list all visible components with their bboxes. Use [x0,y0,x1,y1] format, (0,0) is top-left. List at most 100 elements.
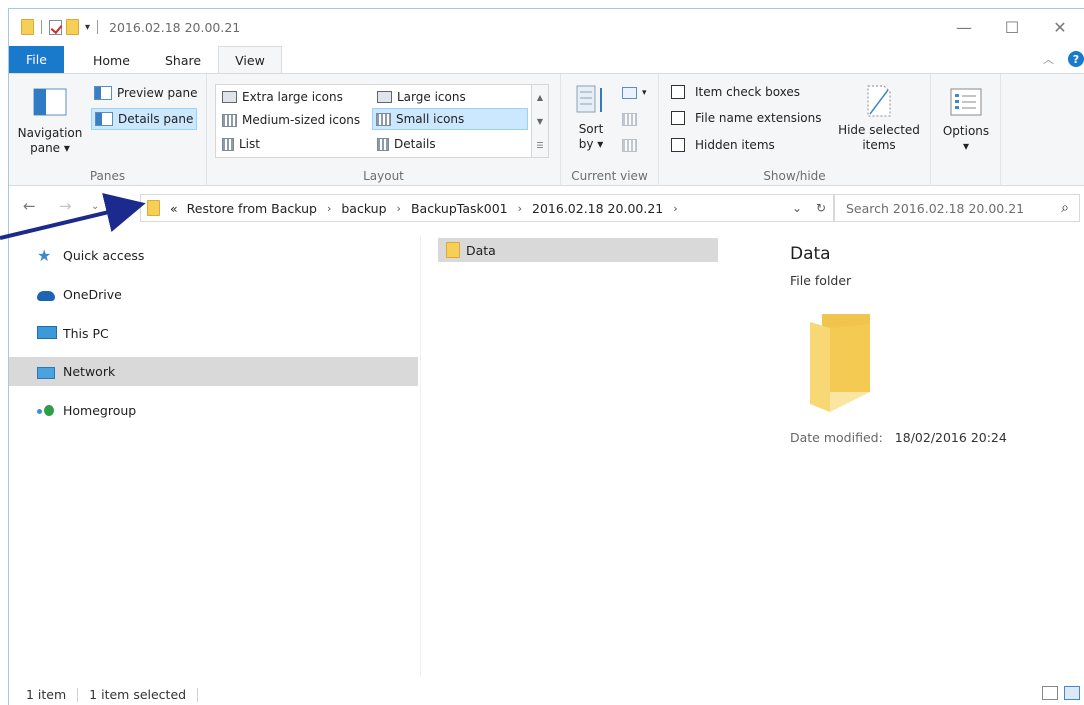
help-icon[interactable]: ? [1068,51,1084,67]
preview-pane-button[interactable]: Preview pane [91,82,200,104]
item-count: 1 item [26,687,67,702]
close-button[interactable]: ✕ [1036,9,1084,45]
hidden-items-label: Hidden items [695,138,775,152]
tab-view[interactable]: View [218,46,282,73]
navigation-pane: ★ Quick access OneDrive This PC Network … [9,236,418,676]
nav-item-this-pc[interactable]: This PC [9,319,418,348]
new-folder-icon[interactable] [66,19,79,35]
folder-icon [446,242,460,258]
chevron-right-icon[interactable]: › [327,202,331,215]
forward-arrow-icon[interactable]: → [59,197,72,215]
layout-item-label: Details [394,137,436,151]
maximize-button[interactable]: ☐ [988,9,1036,45]
item-check-boxes-checkbox[interactable] [671,85,685,99]
preview-pane-label: Preview pane [117,86,198,100]
file-name-extensions-toggle[interactable]: File name extensions [671,111,822,125]
options-group: Options ▾ [931,74,1001,186]
breadcrumb-restore-from-backup[interactable]: Restore from Backup [187,201,317,216]
hidden-items-toggle[interactable]: Hidden items [671,138,775,152]
recent-locations-icon[interactable]: ⌄ [91,201,99,212]
options-label: Options [942,124,990,138]
large-icons-view-icon[interactable] [1064,686,1080,700]
group-by-button[interactable]: ▾ [619,82,650,104]
sort-by-button[interactable]: Sort by ▾ [571,84,611,152]
layout-details[interactable]: Details [374,133,439,155]
qat-dropdown-icon[interactable]: ▾ [85,22,90,33]
size-columns-icon [622,138,637,152]
date-modified-label: Date modified: [790,430,883,445]
view-toggles [1042,686,1080,700]
layout-small-icons[interactable]: Small icons [372,108,528,130]
status-bar: 1 item 1 item selected [9,684,1084,705]
file-name-extensions-label: File name extensions [695,111,822,125]
file-list: Data [438,238,718,262]
nav-item-quick-access[interactable]: ★ Quick access [9,241,418,270]
layout-list[interactable]: List [219,133,263,155]
layout-item-label: Extra large icons [242,90,343,104]
details-pane-button[interactable]: Details pane [91,108,198,130]
details-title: Data [790,244,831,264]
search-box[interactable]: Search 2016.02.18 20.00.21 ⌕ [834,194,1080,222]
size-columns-button[interactable] [619,134,640,156]
file-name-extensions-checkbox[interactable] [671,111,685,125]
hide-selected-items-button[interactable]: Hide selected items [833,84,925,153]
scroll-down-icon[interactable]: ▼ [537,117,543,126]
item-check-boxes-toggle[interactable]: Item check boxes [671,85,800,99]
expand-gallery-icon[interactable]: ☰ [536,141,543,150]
search-icon[interactable]: ⌕ [1061,200,1069,216]
navigation-bar: ← → ⌄ ↑ « Restore from Backup › backup ›… [9,193,1084,223]
refresh-icon[interactable]: ↻ [809,201,833,215]
layout-medium-icons[interactable]: Medium-sized icons [219,109,363,131]
list-item[interactable]: Data [438,238,718,262]
current-view-group-label: Current view [571,169,648,183]
ribbon: Navigation pane ▾ Preview pane Details p… [9,73,1084,186]
homegroup-icon [37,403,57,419]
breadcrumb-backup[interactable]: backup [341,201,386,216]
breadcrumb-current-folder[interactable]: 2016.02.18 20.00.21 [532,201,663,216]
address-bar[interactable]: « Restore from Backup › backup › BackupT… [140,194,834,222]
nav-item-homegroup[interactable]: Homegroup [9,396,418,425]
pane-divider[interactable] [420,236,421,676]
search-input[interactable]: Search 2016.02.18 20.00.21 [846,201,1024,216]
minimize-button[interactable]: — [940,9,988,45]
nav-item-label: OneDrive [63,287,122,302]
collapse-ribbon-icon[interactable]: ︿ [1043,51,1054,67]
details-view-icon[interactable] [1042,686,1058,700]
layout-large-icons[interactable]: Large icons [374,86,469,108]
item-check-boxes-label: Item check boxes [695,85,801,99]
navigation-pane-button[interactable]: Navigation pane ▾ [15,88,85,156]
quick-access-toolbar: ▾ [9,19,101,35]
tab-home[interactable]: Home [80,48,143,73]
nav-item-onedrive[interactable]: OneDrive [9,280,418,309]
add-columns-button[interactable] [619,108,640,130]
chevron-right-icon[interactable]: › [518,202,522,215]
date-modified-value: 18/02/2016 20:24 [894,430,1007,445]
details-pane-label: Details pane [118,112,194,126]
layout-item-label: Small icons [396,112,465,126]
chevron-right-icon[interactable]: › [673,202,677,215]
breadcrumb-overflow[interactable]: « [170,201,178,216]
up-arrow-icon[interactable]: ↑ [117,197,130,215]
hidden-items-checkbox[interactable] [671,138,685,152]
back-arrow-icon[interactable]: ← [23,197,36,215]
layout-extra-large-icons[interactable]: Extra large icons [219,86,346,108]
breadcrumb-backuptask001[interactable]: BackupTask001 [411,201,508,216]
file-name: Data [466,242,496,258]
window-title: 2016.02.18 20.00.21 [109,19,241,35]
tab-file[interactable]: File [9,46,64,73]
medium-icons-icon [222,113,237,127]
properties-icon[interactable] [49,19,62,35]
show-hide-group: Item check boxes File name extensions Hi… [659,74,931,186]
chevron-right-icon[interactable]: › [397,202,401,215]
layout-gallery-scroll[interactable]: ▲ ▼ ☰ [531,84,549,158]
qat-separator [97,20,99,34]
navigation-pane-label: Navigation [17,126,83,140]
scroll-up-icon[interactable]: ▲ [537,93,543,102]
address-history-dropdown-icon[interactable]: ⌄ [785,201,809,215]
add-columns-icon [622,112,637,126]
options-button[interactable]: Options ▾ [935,88,997,154]
folder-icon[interactable] [21,19,34,35]
tab-share[interactable]: Share [152,48,214,73]
group-by-dropdown-icon: ▾ [642,88,647,98]
nav-item-network[interactable]: Network [9,357,418,386]
